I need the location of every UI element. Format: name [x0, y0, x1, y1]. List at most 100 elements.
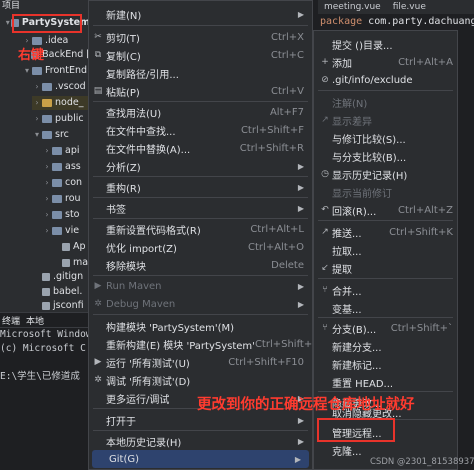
- menu-item-shortcut: Delete: [271, 259, 304, 271]
- menu-item-icon: ↙: [321, 263, 329, 273]
- tree-node[interactable]: Ap: [52, 240, 90, 254]
- git-menu-item[interactable]: 提交 ()目录...: [314, 35, 457, 53]
- tab-meeting-vue[interactable]: meeting.vue: [318, 0, 387, 14]
- tree-node[interactable]: › vie: [42, 224, 90, 238]
- context-menu-item[interactable]: 本地历史记录(H) ▶: [89, 432, 312, 450]
- git-menu-item[interactable]: 重置 HEAD...: [314, 373, 457, 391]
- code-line: package com.party.dachuang;: [318, 14, 474, 30]
- git-menu-item[interactable]: 新建分支...: [314, 337, 457, 355]
- git-menu-item[interactable]: ◷ 显示历史记录(H): [314, 165, 457, 183]
- menu-item-label: 优化 import(Z): [106, 243, 177, 255]
- menu-item-label: Debug Maven: [106, 298, 176, 310]
- tree-node[interactable]: › rou: [42, 192, 90, 206]
- tree-node-label: ass: [65, 161, 81, 172]
- menu-item-label: 注解(N): [332, 98, 368, 110]
- context-menu-item[interactable]: Git(G) ▶: [92, 450, 309, 468]
- menu-item-icon: ↗: [321, 115, 329, 125]
- menu-item-icon: ✲: [94, 375, 102, 385]
- tree-node[interactable]: › api: [42, 144, 90, 158]
- menu-item-shortcut: Ctrl+C: [270, 49, 304, 61]
- context-menu-item[interactable]: 新建(N) ▶: [89, 5, 312, 23]
- chevron-right-icon: ▶: [297, 203, 304, 213]
- menu-separator: [93, 314, 308, 315]
- git-menu-item[interactable]: ⑂ 合并...: [314, 281, 457, 299]
- chevron-right-icon: ▶: [297, 299, 304, 309]
- tree-node-label: sto: [65, 209, 80, 220]
- menu-separator: [318, 220, 453, 221]
- context-menu-item[interactable]: 重新构建(E) 模块 'PartySystem' Ctrl+Shift+F9: [89, 335, 324, 353]
- context-menu-item[interactable]: 重新设置代码格式(R) Ctrl+Alt+L: [89, 220, 312, 238]
- git-menu-item[interactable]: ↙ 提取: [314, 259, 457, 277]
- menu-item-icon: ⊘: [321, 75, 329, 85]
- tree-node[interactable]: ▾ src: [32, 128, 90, 142]
- tree-node[interactable]: jsconfi: [32, 299, 90, 312]
- menu-item-icon: ✂: [94, 32, 102, 42]
- git-menu-item[interactable]: ↗ 推送... Ctrl+Shift+K: [314, 223, 457, 241]
- tree-node[interactable]: › .vscod: [32, 80, 90, 94]
- tree-node[interactable]: › sto: [42, 208, 90, 222]
- context-menu-item[interactable]: 移除模块 Delete: [89, 256, 312, 274]
- menu-item-label: Git(G): [109, 453, 139, 465]
- menu-item-label: 显示差异: [332, 116, 372, 128]
- git-menu-item[interactable]: 变基...: [314, 299, 457, 317]
- context-menu-item[interactable]: ✂ 剪切(T) Ctrl+X: [89, 28, 312, 46]
- tree-node-label: vie: [65, 225, 80, 236]
- chevron-right-icon: ›: [45, 194, 49, 203]
- project-tree-panel: 项目 ▾ PartySystem › .idea › BackEnd [▾ FrontEnd…: [0, 0, 90, 312]
- git-menu-item[interactable]: 与修订比较(S)...: [314, 129, 457, 147]
- tree-node[interactable]: babel.: [32, 285, 90, 299]
- tab-terminal[interactable]: 终端: [2, 314, 20, 327]
- tree-node[interactable]: ma: [52, 256, 90, 270]
- menu-item-label: 复制(C): [106, 51, 141, 63]
- git-menu-item[interactable]: 拉取...: [314, 241, 457, 259]
- context-menu-item[interactable]: 重构(R) ▶: [89, 178, 312, 196]
- context-menu-item[interactable]: 查找用法(U) Alt+F7: [89, 103, 312, 121]
- git-menu-item[interactable]: + 添加 Ctrl+Alt+A: [314, 53, 457, 71]
- chevron-down-icon: ▾: [34, 130, 39, 139]
- tree-node[interactable]: .gitign: [32, 270, 90, 284]
- menu-separator: [93, 197, 308, 198]
- git-menu-item[interactable]: ⊘ .git/info/exclude: [314, 71, 457, 89]
- tree-node-label: node_: [55, 97, 84, 108]
- menu-item-label: 提交 ()目录...: [332, 40, 393, 52]
- tree-node[interactable]: › con: [42, 176, 90, 190]
- menu-item-label: 构建模块 'PartySystem'(M): [106, 322, 235, 334]
- context-menu-item[interactable]: 书签 ▶: [89, 199, 312, 217]
- tab-file-vue[interactable]: file.vue: [387, 0, 432, 14]
- chevron-down-icon: ▾: [24, 66, 29, 75]
- git-menu-item[interactable]: 与分支比较(B)...: [314, 147, 457, 165]
- tree-node[interactable]: ▾ FrontEnd: [22, 64, 90, 78]
- context-menu-item[interactable]: 构建模块 'PartySystem'(M): [89, 317, 312, 335]
- chevron-right-icon: ›: [45, 146, 49, 155]
- folder-icon: [42, 83, 52, 91]
- chevron-right-icon: ›: [45, 162, 49, 171]
- menu-item-label: 回滚(R)...: [332, 206, 377, 218]
- tree-node[interactable]: › public: [32, 112, 90, 126]
- menu-item-shortcut: Alt+F7: [269, 106, 304, 118]
- context-menu-item[interactable]: ✲ 调试 '所有测试'(D): [89, 371, 312, 389]
- change-remote-annotation: 更改到你的正确远程仓库地址就好: [197, 397, 415, 413]
- context-menu-item[interactable]: 优化 import(Z) Ctrl+Alt+O: [89, 238, 312, 256]
- git-menu-item[interactable]: 新建标记...: [314, 355, 457, 373]
- code-package-name: com.party.dachuang;: [362, 16, 474, 27]
- context-menu-item[interactable]: 分析(Z) ▶: [89, 157, 312, 175]
- context-menu-item[interactable]: 在文件中替换(A)... Ctrl+Shift+R: [89, 139, 312, 157]
- chevron-right-icon: ▶: [297, 281, 304, 291]
- context-menu-item[interactable]: 复制路径/引用...: [89, 64, 312, 82]
- context-menu-item: ▶ Run Maven ▶: [89, 277, 312, 295]
- context-menu-item[interactable]: 在文件中查找... Ctrl+Shift+F: [89, 121, 312, 139]
- git-menu-item[interactable]: ⑂ 分支(B)... Ctrl+Shift+`: [314, 319, 457, 337]
- tree-node[interactable]: › ass: [42, 160, 90, 174]
- tab-local[interactable]: 本地: [26, 314, 44, 327]
- menu-item-shortcut: Ctrl+Shift+K: [389, 226, 453, 238]
- chevron-right-icon: ›: [45, 210, 49, 219]
- context-menu-item[interactable]: ▶ 运行 '所有测试'(U) Ctrl+Shift+F10: [89, 353, 312, 371]
- context-menu-item[interactable]: ▤ 粘贴(P) Ctrl+V: [89, 82, 312, 100]
- tree-node[interactable]: › node_: [32, 96, 90, 110]
- watermark: CSDN @2301_81538937: [370, 457, 474, 467]
- chevron-right-icon: ▶: [294, 454, 301, 464]
- editor-tabs: meeting.vue file.vue: [318, 0, 474, 14]
- git-menu-item[interactable]: ↶ 回滚(R)... Ctrl+Alt+Z: [314, 201, 457, 219]
- context-menu-item[interactable]: ⧉ 复制(C) Ctrl+C: [89, 46, 312, 64]
- menu-separator: [93, 25, 308, 26]
